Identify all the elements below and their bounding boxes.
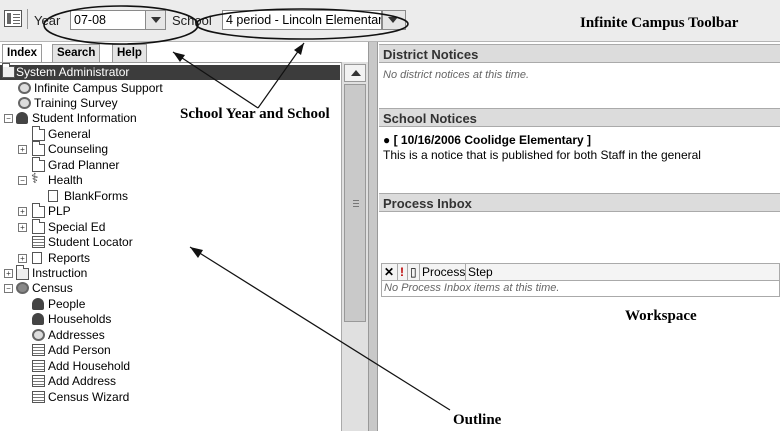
outline-pointer-line xyxy=(189,246,451,411)
outline-annotation: Outline xyxy=(453,412,502,428)
school-highlight-ellipse xyxy=(195,8,409,40)
year-highlight-ellipse xyxy=(43,5,199,45)
annotation-overlay xyxy=(43,5,451,411)
year-pointer-line xyxy=(172,51,259,109)
school-year-annotation: School Year and School xyxy=(180,106,330,122)
workspace-annotation: Workspace xyxy=(625,308,697,324)
school-pointer-line xyxy=(257,42,305,109)
year-arrowhead xyxy=(173,52,185,62)
outline-arrowhead xyxy=(190,247,203,258)
school-arrowhead xyxy=(294,43,304,55)
